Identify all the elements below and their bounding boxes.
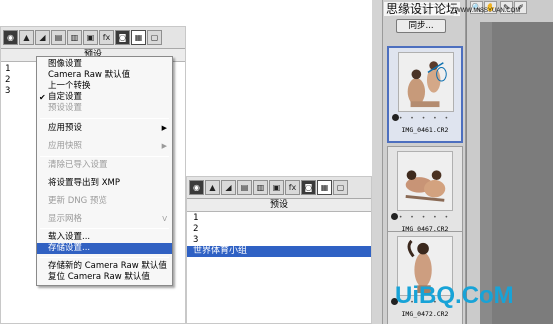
filmstrip-thumbnail[interactable]: • • • • • IMG_0461.CR2 (387, 46, 463, 143)
shortcut-label: V (162, 215, 167, 223)
menu-item-update-dng-preview: 更新 DNG 预览 (48, 196, 107, 206)
preset-item[interactable]: 1 (187, 213, 371, 224)
menu-item-camera-raw-defaults[interactable]: Camera Raw 默认值 (37, 70, 172, 81)
camera-calibration-icon[interactable]: ◙ (301, 180, 316, 195)
menu-item-save-settings[interactable]: 存储设置... (37, 243, 172, 254)
snapshots-icon[interactable]: ▢ (333, 180, 348, 195)
menu-item-custom-settings[interactable]: ✔ 自定设置 (37, 92, 172, 103)
watermark-top: 思缘设计论坛 (384, 2, 461, 16)
menu-item-export-to-xmp[interactable]: 将设置导出到 XMP (37, 178, 172, 189)
star-rating[interactable]: • • • • • (388, 215, 462, 221)
lens-icon[interactable]: ▣ (269, 180, 284, 195)
tone-curve-icon[interactable]: ◢ (35, 30, 50, 45)
menu-item-apply-snapshot: 应用快照 ▶ (48, 141, 167, 151)
fx-icon[interactable]: fx (99, 30, 114, 45)
thumbnail-filename: IMG_0461.CR2 (401, 126, 449, 134)
menu-item-show-grid: 显示网格 V (48, 214, 167, 224)
submenu-arrow-icon: ▶ (161, 142, 167, 150)
filmstrip: 全选 同步... • • • • • IMG_0461.CR2 (382, 0, 466, 324)
split-tone-icon[interactable]: ▥ (253, 180, 268, 195)
menu-item-apply-preset[interactable]: 应用预设 ▶ (37, 123, 172, 134)
hsl-icon[interactable]: ▤ (51, 30, 66, 45)
filmstrip-thumbnail[interactable]: • • • • • IMG_0472.CR2 (387, 231, 463, 324)
preset-list: 1 2 3 世界体育小组 (187, 213, 371, 257)
preset-item[interactable]: 1 (5, 64, 10, 75)
menu-item-preset-settings: 预设设置 (48, 103, 83, 113)
preset-item[interactable]: 2 (187, 224, 371, 235)
split-tone-icon[interactable]: ▥ (67, 30, 82, 45)
menu-item-previous-conversion[interactable]: 上一个转换 (37, 81, 172, 92)
presets-panel-middle: ◉ ▲ ◢ ▤ ▥ ▣ fx ◙ ▦ ▢ 预设 1 2 3 世界体育小组 (186, 176, 372, 324)
fx-icon[interactable]: fx (285, 180, 300, 195)
filmstrip-thumbnail[interactable]: • • • • • IMG_0467.CR2 (387, 146, 463, 243)
watermark-top-url: WWW.MISSYUAN.COM (455, 8, 521, 14)
thumbnail-image (397, 151, 453, 211)
presets-context-menu: 图像设置 Camera Raw 默认值 上一个转换 ✔ 自定设置 预设设置 应用预… (36, 56, 173, 286)
panel-toolbar: ◉ ▲ ◢ ▤ ▥ ▣ fx ◙ ▦ ▢ (187, 177, 371, 199)
thumbnail-image (398, 52, 454, 112)
preset-item[interactable]: 3 (5, 86, 10, 97)
thumbnail-filename: IMG_0472.CR2 (401, 310, 449, 318)
menu-item-load-settings[interactable]: 载入设置... (37, 232, 172, 243)
menu-item-save-new-defaults[interactable]: 存储新的 Camera Raw 默认值 (37, 261, 172, 272)
menu-separator (40, 257, 169, 258)
camera-calibration-icon[interactable]: ◙ (115, 30, 130, 45)
menu-separator (40, 118, 169, 119)
preview-image-shade (492, 22, 553, 324)
menu-separator (40, 228, 169, 229)
hsl-icon[interactable]: ▤ (237, 180, 252, 195)
panel-title: 预设 (187, 199, 371, 212)
watermark-bottom: UiBQ.CoM (395, 282, 514, 309)
preset-list: 1 2 3 (5, 64, 10, 97)
tone-curve-icon[interactable]: ◢ (221, 180, 236, 195)
presets-icon[interactable]: ▦ (317, 180, 332, 195)
submenu-arrow-icon: ▶ (161, 124, 167, 132)
histogram-icon[interactable]: ▲ (205, 180, 220, 195)
preset-item-selected[interactable]: 世界体育小组 (187, 246, 371, 257)
aperture-icon[interactable]: ◉ (189, 180, 204, 195)
check-icon: ✔ (39, 93, 46, 102)
snapshots-icon[interactable]: ▢ (147, 30, 162, 45)
menu-item-reset-defaults[interactable]: 复位 Camera Raw 默认值 (37, 272, 172, 283)
lens-icon[interactable]: ▣ (83, 30, 98, 45)
presets-icon[interactable]: ▦ (131, 30, 146, 45)
histogram-icon[interactable]: ▲ (19, 30, 34, 45)
preset-item[interactable]: 3 (187, 235, 371, 246)
panel-toolbar: ◉ ▲ ◢ ▤ ▥ ▣ fx ◙ ▦ ▢ (1, 27, 185, 49)
menu-separator (40, 156, 169, 157)
aperture-icon[interactable]: ◉ (3, 30, 18, 45)
sync-button[interactable]: 同步... (396, 19, 446, 33)
menu-item-clear-imported-settings: 清除已导入设置 (48, 160, 108, 170)
preset-item[interactable]: 2 (5, 75, 10, 86)
star-rating[interactable]: • • • • • (389, 116, 461, 122)
menu-item-image-settings[interactable]: 图像设置 (37, 59, 172, 70)
